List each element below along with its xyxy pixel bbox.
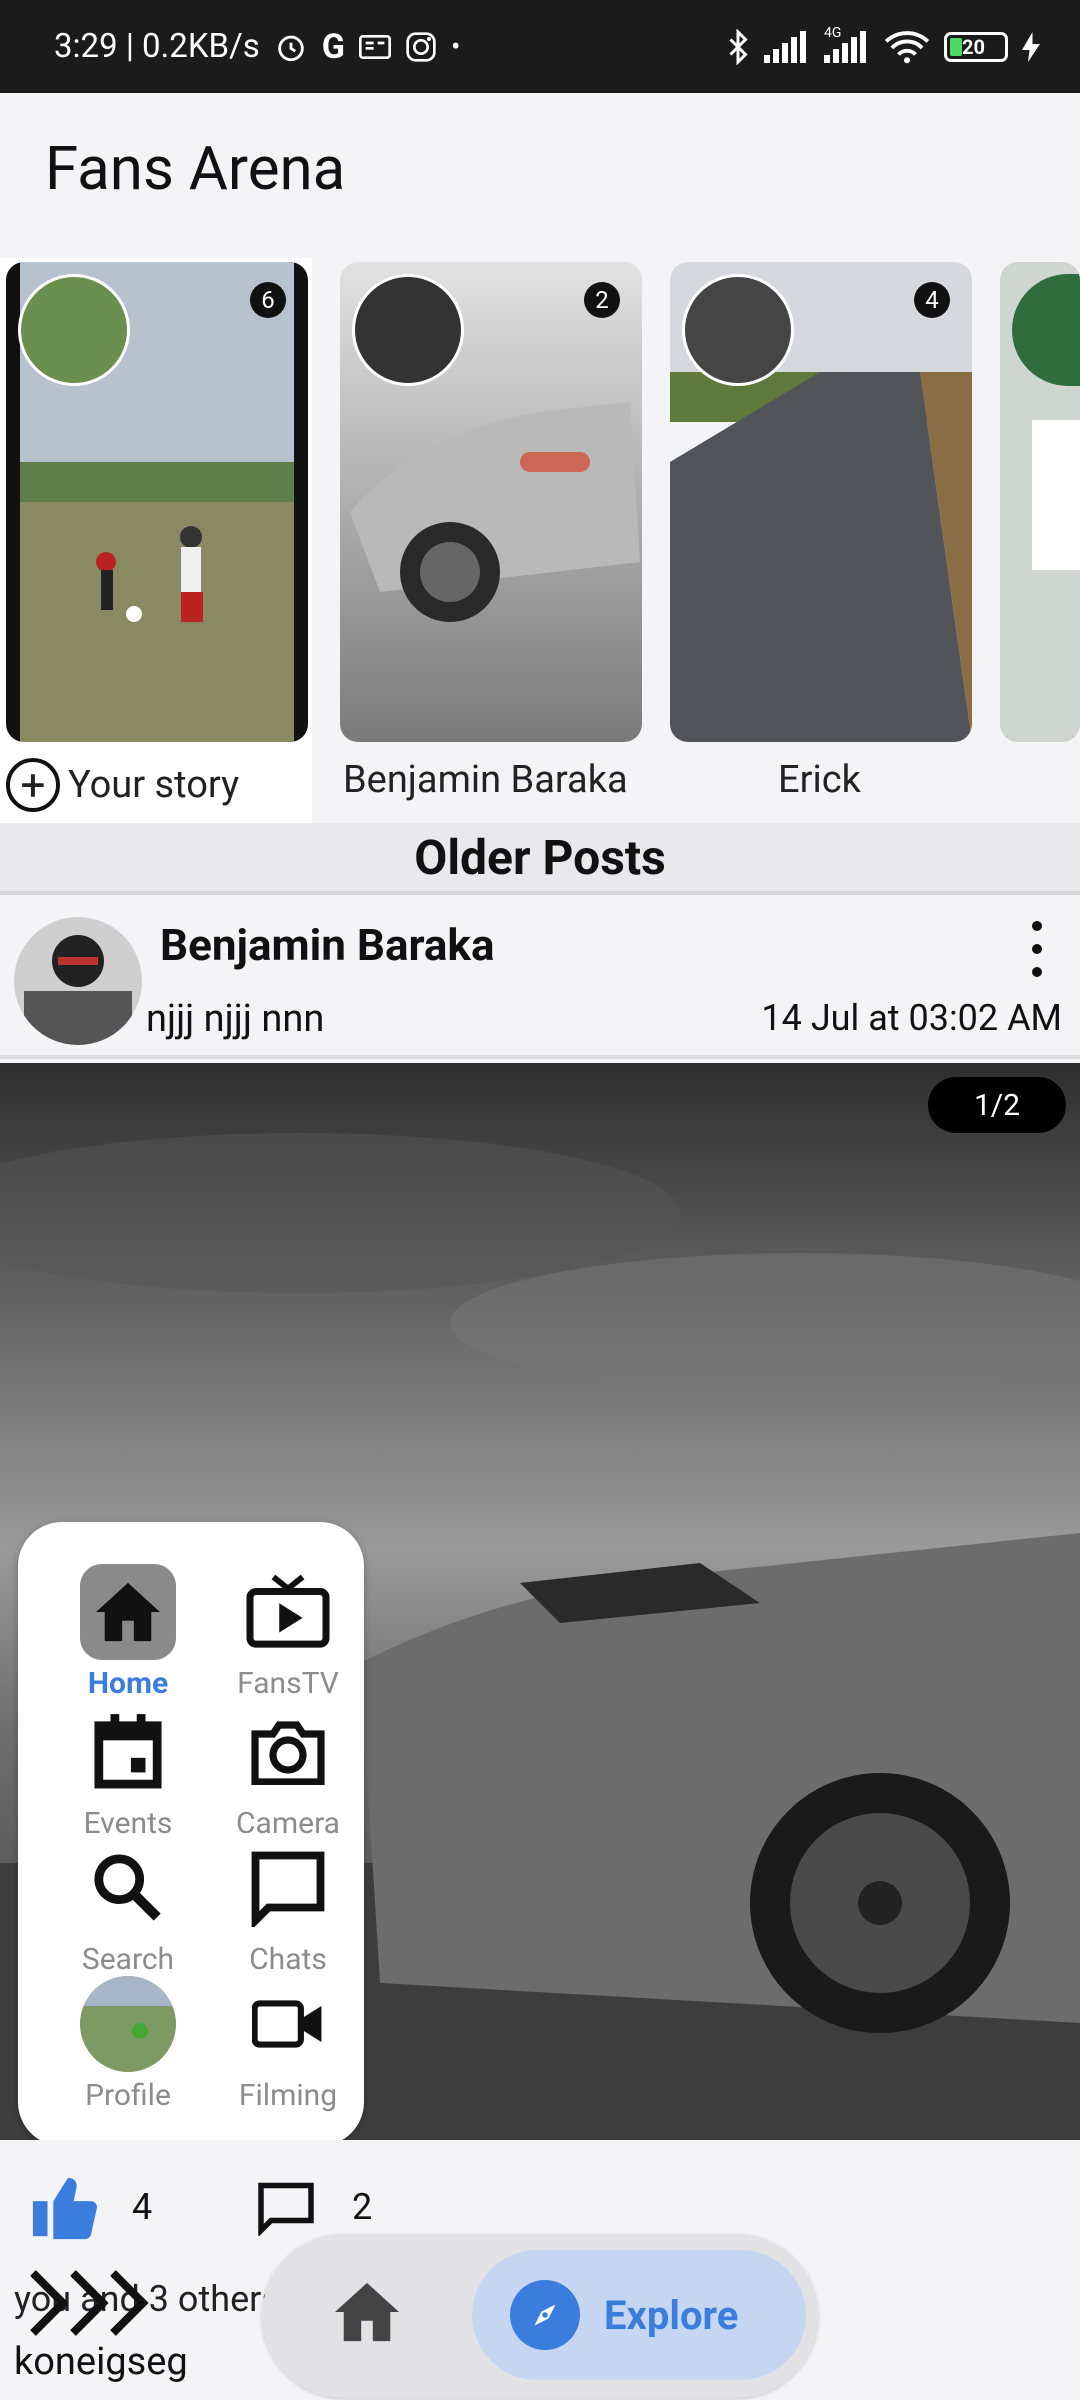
nav-camera[interactable]: Camera [208, 1704, 368, 1841]
compass-icon [510, 2280, 580, 2350]
nav-events[interactable]: Events [48, 1704, 208, 1841]
nav-label: Events [83, 1806, 173, 1841]
chevron-right-icon[interactable] [28, 2268, 158, 2342]
nav-label: Filming [238, 2078, 338, 2113]
story-count-badge: 6 [250, 282, 286, 318]
older-posts-header: Older Posts [0, 823, 1080, 895]
nav-filming[interactable]: Filming [208, 1976, 368, 2113]
older-posts-label: Older Posts [414, 828, 666, 886]
story-your-story[interactable]: 6 + Your story [0, 258, 312, 823]
nav-search[interactable]: Search [48, 1840, 208, 1977]
nav-fanstv[interactable]: FansTV [208, 1564, 368, 1701]
comment-count: 2 [352, 2186, 373, 2228]
instagram-icon [405, 31, 437, 63]
nav-panel: Home FansTV Events Camera Search Chats P… [18, 1522, 364, 2146]
story-card[interactable]: 6 [6, 262, 308, 742]
story-name: Benjamin Baraka [343, 758, 628, 802]
wifi-icon [884, 30, 930, 64]
nav-chats[interactable]: Chats [208, 1840, 368, 1977]
story-avatar [1012, 274, 1080, 386]
story-name: Your story [68, 763, 240, 807]
status-bar: 3:29 | 0.2KB/s G • 4G 20 [0, 0, 1080, 93]
nav-label: Home [87, 1666, 169, 1701]
story-count-badge: 2 [584, 282, 620, 318]
app-bar: Fans Arena [0, 93, 1080, 258]
post-caption: njjj njjj nnn [146, 997, 325, 1041]
image-counter: 1/2 [928, 1077, 1066, 1133]
comment-icon[interactable] [256, 2180, 316, 2240]
story-avatar [18, 274, 130, 386]
notification-dot-icon: • [450, 30, 461, 63]
camera-icon [240, 1704, 336, 1800]
bluetooth-icon [726, 28, 750, 65]
stories-row[interactable]: 6 + Your story 2 Benjamin Baraka 4 Erick [0, 258, 1080, 823]
avatar[interactable] [14, 917, 142, 1045]
avatar [80, 1976, 176, 2072]
explore-button[interactable]: Explore [472, 2250, 806, 2380]
home-icon [80, 1564, 176, 1660]
network-type: 4G [824, 24, 842, 41]
like-icon[interactable] [30, 2174, 100, 2244]
story-name: Erick [778, 758, 861, 802]
signal-icon [764, 30, 810, 63]
add-story-icon[interactable]: + [6, 758, 60, 812]
post-date: 14 Jul at 03:02 AM [761, 997, 1062, 1039]
story-avatar [352, 274, 464, 386]
search-icon [80, 1840, 176, 1936]
explore-label: Explore [604, 2291, 739, 2339]
story-erick[interactable]: 4 [670, 262, 972, 742]
story-popup-card [1032, 420, 1080, 570]
like-count: 4 [132, 2186, 153, 2228]
battery-icon: 20 [944, 31, 1008, 62]
charging-icon [1022, 31, 1040, 62]
nav-label: Camera [236, 1806, 340, 1841]
story-benjamin-baraka[interactable]: 2 [340, 262, 642, 742]
calendar-icon [80, 1704, 176, 1800]
alarm-icon [274, 30, 308, 64]
gmail-icon [358, 33, 391, 61]
nav-label: Search [81, 1942, 175, 1977]
story-avatar [682, 274, 794, 386]
story-partial[interactable] [1000, 262, 1080, 742]
home-icon [335, 2282, 399, 2342]
tv-icon [240, 1564, 336, 1660]
post-title: koneigseg [14, 2340, 188, 2384]
story-label-your-story: + Your story [6, 758, 239, 812]
nav-label: Chats [249, 1942, 327, 1977]
post-header: Benjamin Baraka njjj njjj nnn 14 Jul at … [0, 899, 1080, 1059]
bottom-home-button[interactable] [332, 2280, 402, 2348]
battery-level: 20 [962, 34, 985, 59]
status-time: 3:29 | 0.2KB/s [54, 27, 260, 66]
chat-icon [240, 1840, 336, 1936]
app-title: Fans Arena [45, 133, 346, 204]
nav-profile[interactable]: Profile [48, 1976, 208, 2113]
nav-home[interactable]: Home [48, 1564, 208, 1701]
google-icon: G [321, 26, 345, 67]
more-options-icon[interactable] [1022, 921, 1052, 977]
video-camera-icon [240, 1976, 336, 2072]
signal-4g-icon: 4G [824, 25, 870, 63]
nav-label: FansTV [237, 1666, 339, 1701]
story-count-badge: 4 [914, 282, 950, 318]
profile-avatar [80, 1976, 176, 2072]
nav-label: Profile [85, 2078, 171, 2113]
post-author[interactable]: Benjamin Baraka [160, 919, 495, 971]
bottom-tab-bar: Explore [262, 2234, 818, 2398]
